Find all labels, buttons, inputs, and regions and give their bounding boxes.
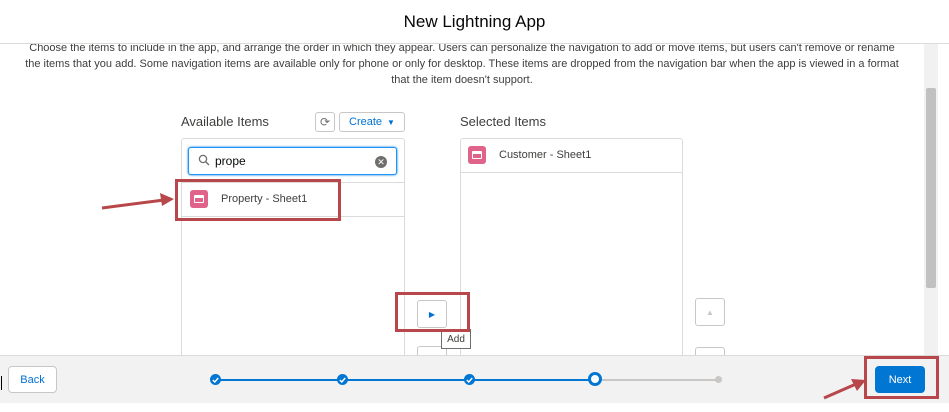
progress-segment [347,379,469,381]
modal-title: New Lightning App [403,11,546,31]
scrollbar-thumb[interactable] [926,88,936,288]
list-row-divider [182,216,404,217]
progress-step-4-current[interactable] [588,372,602,386]
progress-segment [474,379,590,381]
modal-body: Choose the items to include in the app, … [0,44,949,356]
search-divider [182,182,404,183]
progress-step-1[interactable] [210,374,221,385]
progress-step-2[interactable] [337,374,348,385]
refresh-icon: ⟳ [319,115,331,129]
caret-down-icon: ▼ [387,117,395,127]
modal-header: New Lightning App [0,0,949,44]
archive-icon [190,190,208,208]
instructions-text: Choose the items to include in the app, … [25,44,899,86]
progress-step-5 [715,376,722,383]
selected-items-list[interactable] [460,138,683,356]
check-icon [466,377,473,383]
check-icon [339,377,346,383]
add-tooltip: Add [441,329,471,349]
selected-row-divider [461,172,682,173]
right-triangle-icon: ▶ [428,309,436,319]
selected-items-label: Selected Items [460,114,546,129]
text-cursor [1,376,2,390]
modal-scrollbar[interactable] [924,44,938,356]
progress-segment [602,379,716,381]
search-icon [198,154,210,166]
create-button[interactable]: Create ▼ [339,112,405,132]
available-items-label: Available Items [181,114,269,129]
modal-footer: Back Next [0,355,949,403]
progress-step-3[interactable] [464,374,475,385]
check-icon [212,377,219,383]
refresh-button[interactable]: ⟳ [315,112,335,132]
create-label: Create [349,116,383,128]
clear-icon[interactable]: ✕ [375,156,387,168]
search-input[interactable] [215,152,365,170]
selected-item-label: Customer - Sheet1 [499,149,592,161]
next-button[interactable]: Next [875,366,925,393]
progress-segment [220,379,342,381]
up-triangle-icon: ▲ [706,307,714,317]
search-field[interactable]: ✕ [188,147,397,175]
archive-icon [468,146,486,164]
available-item-property[interactable]: Property - Sheet1 [190,190,307,208]
selected-item-customer[interactable]: Customer - Sheet1 [468,146,591,164]
move-up-button[interactable]: ▲ [695,298,725,326]
add-to-selected-button[interactable]: ▶ [417,300,447,328]
back-button[interactable]: Back [8,366,57,393]
available-item-label: Property - Sheet1 [221,193,308,205]
